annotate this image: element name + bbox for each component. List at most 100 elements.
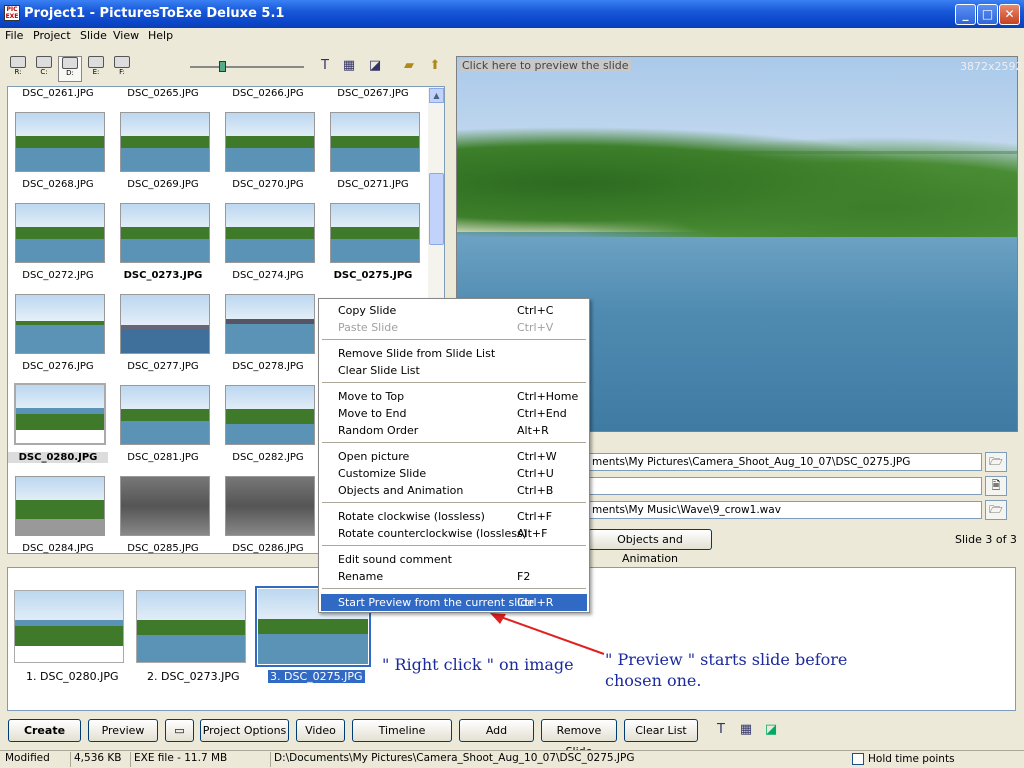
menu-rotate-counterclockwise[interactable]: Rotate counterclockwise (lossless) Alt+F [321, 525, 587, 542]
file-label: DSC_0265.JPG [127, 88, 199, 99]
folder-up-icon[interactable]: ⬆ [426, 58, 444, 74]
file-thumbnail[interactable] [330, 203, 420, 263]
menu-rotate-clockwise[interactable]: Rotate clockwise (lossless) Ctrl+F [321, 508, 587, 525]
window-icon[interactable]: ◪ [366, 58, 384, 74]
scroll-up-arrow-icon[interactable]: ▲ [429, 88, 444, 103]
menu-objects-animation[interactable]: Objects and Animation Ctrl+B [321, 482, 587, 499]
file-label: DSC_0267.JPG [337, 88, 409, 99]
drive-d-button[interactable]: D: [58, 56, 82, 82]
hold-time-points-label: Hold time points [868, 753, 955, 765]
menu-slide[interactable]: Slide [80, 29, 107, 42]
menu-view[interactable]: View [113, 29, 139, 42]
preview-resolution: 3872x2592 [960, 60, 1023, 73]
remove-slide-button[interactable]: Remove Slide [541, 719, 617, 758]
drive-c-button[interactable]: C: [34, 56, 54, 82]
context-menu: Copy Slide Ctrl+C Paste Slide Ctrl+V Remov… [318, 298, 590, 613]
text-icon[interactable]: T [712, 722, 730, 738]
sound-path-field[interactable]: ments\My Music\Wave\9_crow1.wav [588, 501, 982, 519]
file-label: DSC_0284.JPG [22, 543, 94, 554]
file-thumbnail[interactable] [225, 294, 315, 354]
folder-open-icon[interactable]: ▰ [400, 58, 418, 74]
file-thumbnail[interactable] [120, 385, 210, 445]
file-thumbnail[interactable] [15, 203, 105, 263]
file-thumbnail[interactable] [15, 112, 105, 172]
thumbnail-size-slider[interactable] [190, 66, 304, 68]
file-thumbnail[interactable] [225, 203, 315, 263]
file-thumbnail[interactable] [225, 476, 315, 536]
menu-remove-slide[interactable]: Remove Slide from Slide List [321, 345, 587, 362]
file-thumbnail[interactable] [330, 112, 420, 172]
window-title: Project1 - PicturesToExe Deluxe 5.1 [24, 6, 285, 21]
menu-project[interactable]: Project [33, 29, 71, 42]
picture-path-field[interactable]: ments\My Pictures\Camera_Shoot_Aug_10_07… [588, 453, 982, 471]
scroll-thumb[interactable] [429, 173, 444, 245]
file-thumbnail[interactable] [120, 294, 210, 354]
menu-copy-slide[interactable]: Copy Slide Ctrl+C [321, 302, 587, 319]
file-thumbnail[interactable] [15, 294, 105, 354]
drive-icon [88, 56, 104, 68]
file-thumbnail[interactable] [120, 112, 210, 172]
file-thumbnail[interactable] [120, 476, 210, 536]
menu-file[interactable]: File [5, 29, 23, 42]
close-button[interactable]: ✕ [999, 4, 1020, 25]
project-options-button[interactable]: Project Options [200, 719, 289, 742]
file-thumbnail[interactable] [120, 203, 210, 263]
preview-click-label[interactable]: Click here to preview the slide [460, 59, 631, 72]
menu-move-to-end[interactable]: Move to End Ctrl+End [321, 405, 587, 422]
file-label-in-project: DSC_0273.JPG [123, 270, 203, 281]
clear-list-button[interactable]: Clear List [624, 719, 698, 742]
menu-move-to-top[interactable]: Move to Top Ctrl+Home [321, 388, 587, 405]
slide-label-selected: 3. DSC_0275.JPG [268, 670, 365, 683]
file-thumbnail[interactable] [225, 385, 315, 445]
file-label: DSC_0266.JPG [232, 88, 304, 99]
hold-time-points-checkbox[interactable] [852, 753, 864, 765]
drive-r-button[interactable]: R: [8, 56, 28, 82]
file-label: DSC_0269.JPG [127, 179, 199, 190]
status-state: Modified [5, 752, 50, 764]
drive-toolbar: R: C: D: E: F: [0, 50, 452, 86]
file-label: DSC_0285.JPG [127, 543, 199, 554]
menu-open-picture[interactable]: Open picture Ctrl+W [321, 448, 587, 465]
fullscreen-preview-icon[interactable]: ▭ [165, 719, 194, 742]
browse-picture-icon[interactable]: 🗁 [985, 452, 1007, 472]
menu-help[interactable]: Help [148, 29, 173, 42]
grid-view-icon[interactable]: ▦ [737, 722, 755, 738]
add-button[interactable]: Add [459, 719, 534, 742]
menu-separator [322, 588, 586, 589]
annotation-preview-note: " Preview " starts slide before chosen o… [605, 650, 848, 690]
slide-label: 1. DSC_0280.JPG [26, 670, 119, 683]
menu-separator [322, 545, 586, 546]
preview-button[interactable]: Preview [88, 719, 158, 742]
menu-start-preview[interactable]: Start Preview from the current slide Ctrl… [321, 594, 587, 611]
menu-edit-sound-comment[interactable]: Edit sound comment [321, 551, 587, 568]
menu-rename[interactable]: Rename F2 [321, 568, 587, 585]
comment-field[interactable] [588, 477, 982, 495]
file-label: DSC_0272.JPG [22, 270, 94, 281]
menu-customize-slide[interactable]: Customize Slide Ctrl+U [321, 465, 587, 482]
drive-e-button[interactable]: E: [86, 56, 106, 82]
browse-sound-icon[interactable]: 🗁 [985, 500, 1007, 520]
grid-view-icon[interactable]: ▦ [340, 58, 358, 74]
drive-f-button[interactable]: F: [112, 56, 132, 82]
slide-count: Slide 3 of 3 [955, 533, 1017, 546]
objects-animation-button[interactable]: Objects and Animation [588, 529, 712, 565]
minimize-button[interactable]: _ [955, 4, 976, 25]
file-thumbnail[interactable] [225, 112, 315, 172]
menu-clear-slide-list[interactable]: Clear Slide List [321, 362, 587, 379]
text-icon[interactable]: T [316, 58, 334, 74]
file-thumbnail-selected[interactable] [14, 383, 106, 445]
create-button[interactable]: Create [8, 719, 81, 742]
window-icon[interactable]: ◪ [762, 722, 780, 738]
slide-thumbnail[interactable] [14, 590, 124, 663]
menu-bar: File Project Slide View Help [0, 28, 1024, 46]
edit-comment-icon[interactable]: 🗎 [985, 476, 1007, 496]
menu-separator [322, 502, 586, 503]
video-button[interactable]: Video [296, 719, 345, 742]
file-label: DSC_0270.JPG [232, 179, 304, 190]
menu-random-order[interactable]: Random Order Alt+R [321, 422, 587, 439]
file-thumbnail[interactable] [15, 476, 105, 536]
maximize-button[interactable]: □ [977, 4, 998, 25]
slider-thumb[interactable] [219, 61, 226, 72]
slide-thumbnail[interactable] [136, 590, 246, 663]
timeline-button[interactable]: Timeline [352, 719, 452, 742]
